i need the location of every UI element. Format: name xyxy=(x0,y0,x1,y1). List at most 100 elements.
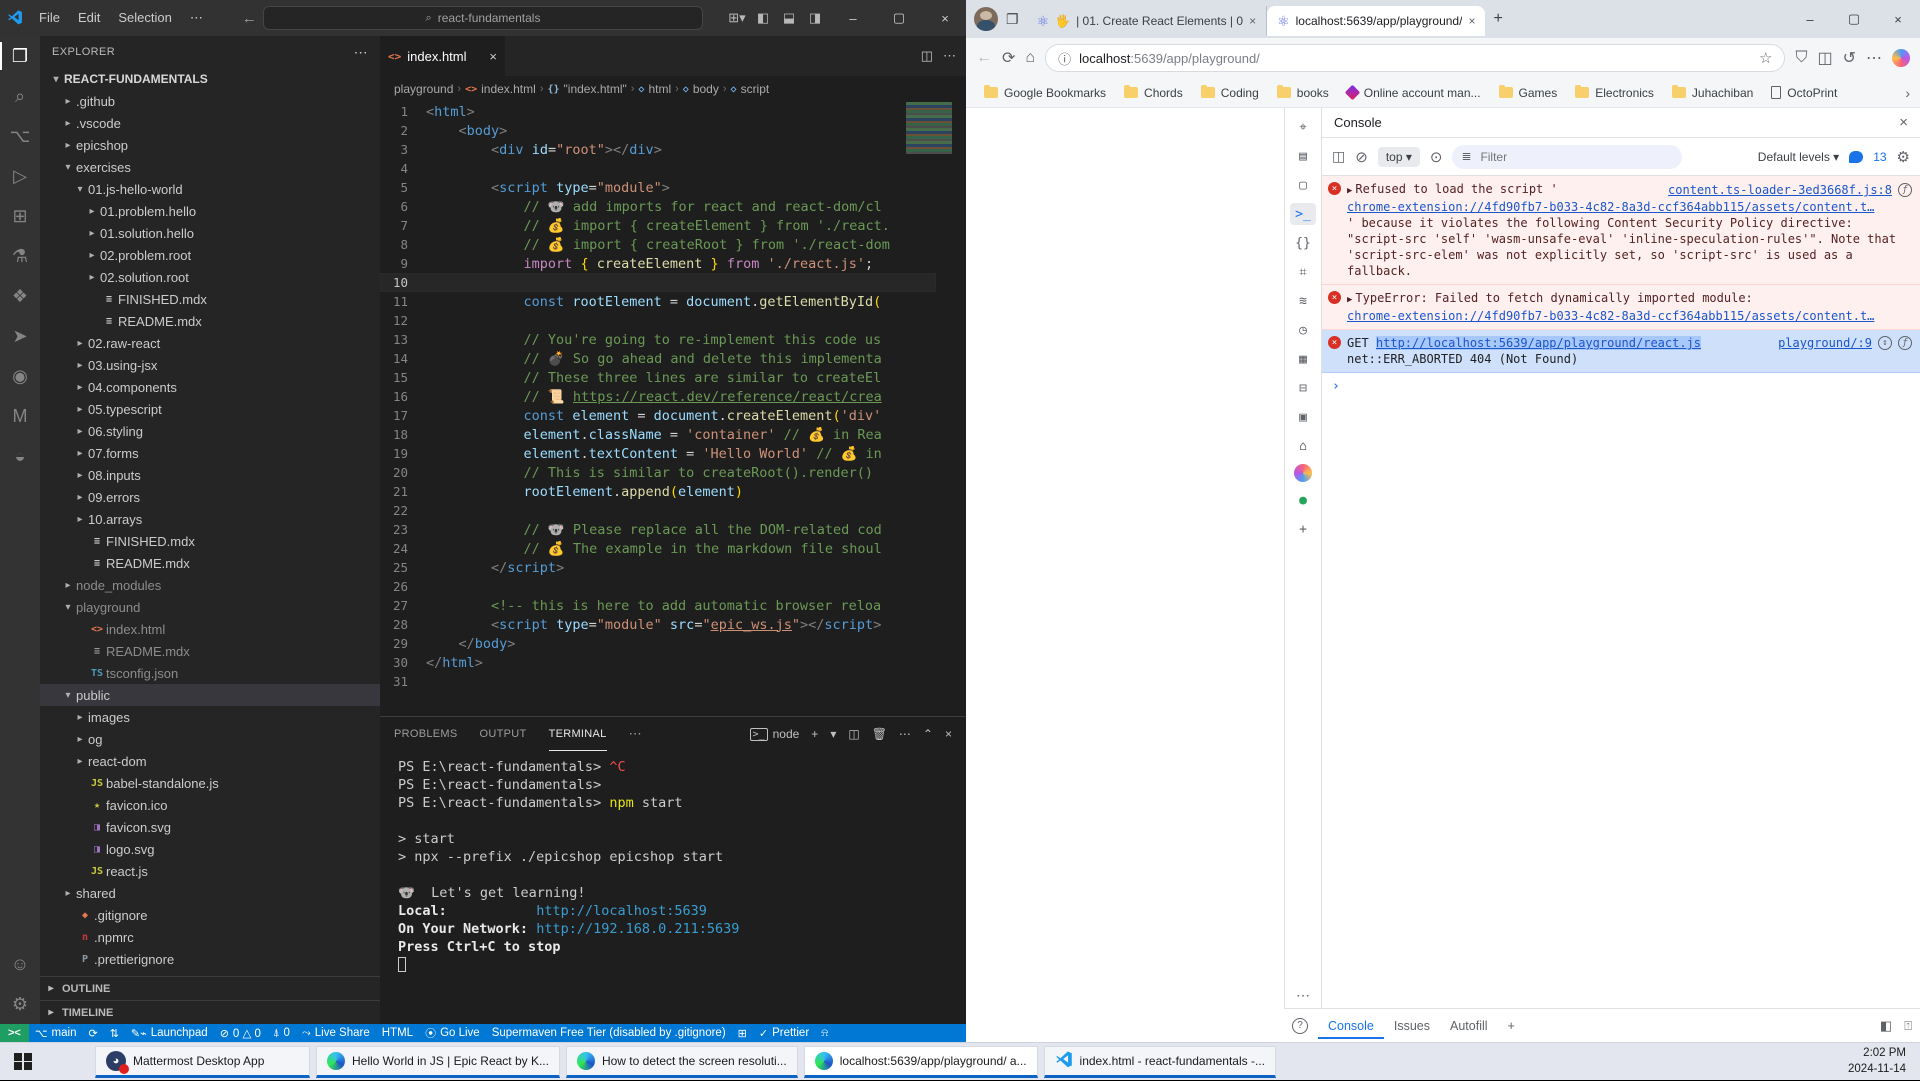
history-icon[interactable]: ↺ xyxy=(1843,48,1856,68)
panel-tab-output[interactable]: OUTPUT xyxy=(480,717,527,751)
request-url-link[interactable]: http://localhost:5639/app/playground/rea… xyxy=(1376,336,1701,350)
taskbar-edge-localhost[interactable]: localhost:5639/app/playground/ a... xyxy=(804,1046,1038,1078)
feedback-icon[interactable]: ⍐ xyxy=(1904,1018,1912,1034)
code-line-9[interactable]: 9 import { createElement } from './react… xyxy=(380,254,936,273)
close-button[interactable]: × xyxy=(924,0,966,36)
breadcrumb-item-playground[interactable]: playground xyxy=(394,82,453,96)
stack-frames-icon[interactable]: ƒ xyxy=(1898,183,1912,197)
code-line-18[interactable]: 18 element.className = 'container' // 💰 … xyxy=(380,425,936,444)
panel-tab-problems[interactable]: PROBLEMS xyxy=(394,717,458,751)
console-error-get[interactable]: ×GET http://localhost:5639/app/playgroun… xyxy=(1322,330,1920,373)
code-line-16[interactable]: 16 // 📜 https://react.dev/reference/reac… xyxy=(380,387,936,406)
bookmark-online-account-man-[interactable]: Online account man... xyxy=(1339,83,1489,103)
code-line-23[interactable]: 23 // 🐨 Please replace all the DOM-relat… xyxy=(380,520,936,539)
code-line-17[interactable]: 17 const element = document.createElemen… xyxy=(380,406,936,425)
search-icon[interactable]: ⌕ xyxy=(0,76,40,116)
timeline-section[interactable]: ▸TIMELINE xyxy=(40,1000,380,1024)
devtools-rail-more-icon[interactable]: ⋯ xyxy=(1296,987,1310,1008)
new-tab-button[interactable]: + xyxy=(1493,10,1502,28)
account-icon[interactable]: ☺ xyxy=(0,944,40,984)
tree-item-readme-mdx[interactable]: ≡README.mdx xyxy=(40,640,380,662)
bookmark-octoprint[interactable]: OctoPrint xyxy=(1763,83,1845,103)
breadcrumb-item-script[interactable]: ◇script xyxy=(731,82,770,96)
bookmark-books[interactable]: books xyxy=(1269,83,1337,103)
toggle-panel-icon[interactable]: ⬓ xyxy=(776,5,802,31)
js-context-selector[interactable]: top ▾ xyxy=(1378,147,1420,167)
devtools-help-icon[interactable]: ? xyxy=(1292,1018,1308,1034)
browser-more-icon[interactable]: ⋯ xyxy=(1866,48,1882,68)
console-close-icon[interactable]: × xyxy=(1899,114,1908,131)
tree-item-og[interactable]: ▸og xyxy=(40,728,380,750)
toggle-sidebar-icon[interactable]: ◧ xyxy=(750,5,776,31)
add-panel-icon[interactable]: + xyxy=(1290,518,1316,540)
tree-item-02-problem-root[interactable]: ▸02.problem.root xyxy=(40,244,380,266)
testing-icon[interactable]: ⚗ xyxy=(0,236,40,276)
tree-item-readme-mdx[interactable]: ≡README.mdx xyxy=(40,552,380,574)
extension-m-icon[interactable]: M xyxy=(0,396,40,436)
code-line-10[interactable]: 10 xyxy=(380,273,936,292)
browser-refresh-icon[interactable]: ⟳ xyxy=(1002,48,1015,68)
prettier-item[interactable]: ✓Prettier xyxy=(753,1024,815,1042)
tree-item--github[interactable]: ▸.github xyxy=(40,90,380,112)
tree-item-finished-mdx[interactable]: ≡FINISHED.mdx xyxy=(40,530,380,552)
tree-item-01-js-hello-world[interactable]: ▾01.js-hello-world xyxy=(40,178,380,200)
tree-item-react-fundamentals[interactable]: ▾REACT-FUNDAMENTALS xyxy=(40,68,380,90)
code-line-11[interactable]: 11 const rootElement = document.getEleme… xyxy=(380,292,936,311)
extension-script-link[interactable]: chrome-extension://4fd90fb7-b033-4c82-8a… xyxy=(1347,309,1874,323)
customize-layout-icon[interactable]: ⊞▾ xyxy=(724,5,750,31)
clear-console-icon[interactable]: ⊘ xyxy=(1355,148,1368,166)
browser-close-button[interactable]: × xyxy=(1876,0,1920,38)
dock-side-icon[interactable]: ◧ xyxy=(1880,1018,1892,1034)
console-error-csp[interactable]: ×▶Refused to load the script 'content.ts… xyxy=(1322,176,1920,285)
tree-item-exercises[interactable]: ▾exercises xyxy=(40,156,380,178)
code-line-28[interactable]: 28 <script type="module" src="epic_ws.js… xyxy=(380,615,936,634)
minimize-button[interactable]: – xyxy=(832,0,874,36)
tree-item--npmrc[interactable]: n.npmrc xyxy=(40,926,380,948)
favorites-star-icon[interactable]: ☆ xyxy=(1759,49,1772,67)
explorer-icon[interactable]: ❐ xyxy=(0,36,40,76)
browser-maximize-button[interactable]: ▢ xyxy=(1832,0,1876,38)
grid-item[interactable]: ⊞ xyxy=(732,1024,753,1042)
bookmark-games[interactable]: Games xyxy=(1491,83,1566,103)
panel-tab-terminal[interactable]: TERMINAL xyxy=(549,717,607,751)
tree-item-08-inputs[interactable]: ▸08.inputs xyxy=(40,464,380,486)
expand-triangle-icon[interactable]: ▶ xyxy=(1347,186,1352,196)
code-line-5[interactable]: 5 <script type="module"> xyxy=(380,178,936,197)
sync-icon[interactable]: ⟳ xyxy=(82,1024,103,1042)
split-terminal-icon[interactable]: ◫ xyxy=(848,727,859,741)
extensions-icon[interactable]: ⊞ xyxy=(0,196,40,236)
tree-item-babel-standalone-js[interactable]: JSbabel-standalone.js xyxy=(40,772,380,794)
browser-tab-localhost[interactable]: ⚛localhost:5639/app/playground/× xyxy=(1267,6,1485,36)
tree-item-react-js[interactable]: JSreact.js xyxy=(40,860,380,882)
back-arrow-icon[interactable]: ← xyxy=(242,10,257,27)
source-control-icon[interactable]: ⌥ xyxy=(0,116,40,156)
live-share-item[interactable]: ⤳Live Share xyxy=(296,1024,376,1042)
console-filter-input[interactable] xyxy=(1452,145,1682,169)
explorer-more-icon[interactable]: ⋯ xyxy=(354,44,368,61)
start-button[interactable] xyxy=(0,1043,46,1081)
console-prompt[interactable]: › xyxy=(1322,373,1920,401)
application-icon[interactable]: ⊟ xyxy=(1290,377,1316,399)
code-line-22[interactable]: 22 xyxy=(380,501,936,520)
bookmark-coding[interactable]: Coding xyxy=(1193,83,1267,103)
minimap[interactable] xyxy=(906,102,952,432)
bookmark-electronics[interactable]: Electronics xyxy=(1567,83,1662,103)
accounts-view-icon[interactable]: ◉ xyxy=(0,356,40,396)
language-item[interactable]: HTML xyxy=(376,1024,419,1042)
tree-item-shared[interactable]: ▸shared xyxy=(40,882,380,904)
code-line-31[interactable]: 31 xyxy=(380,672,936,691)
taskbar-edge-hello-world[interactable]: Hello World in JS | Epic React by K... xyxy=(316,1046,560,1078)
code-line-7[interactable]: 7 // 💰 import { createElement } from './… xyxy=(380,216,936,235)
tree-item-react-dom[interactable]: ▸react-dom xyxy=(40,750,380,772)
code-line-27[interactable]: 27 <!-- this is here to add automatic br… xyxy=(380,596,936,615)
code-line-30[interactable]: 30</html> xyxy=(380,653,936,672)
tab-close-icon[interactable]: × xyxy=(489,49,497,64)
tree-item-01-solution-hello[interactable]: ▸01.solution.hello xyxy=(40,222,380,244)
editor-scrollbar[interactable] xyxy=(952,102,966,716)
bookmark-juhachiban[interactable]: Juhachiban xyxy=(1664,83,1761,103)
console-settings-gear-icon[interactable]: ⚙ xyxy=(1897,148,1910,166)
memory-icon[interactable]: ▦ xyxy=(1290,348,1316,370)
extension-colorful-icon[interactable] xyxy=(1294,464,1312,482)
menu-file[interactable]: File xyxy=(30,10,69,26)
code-line-24[interactable]: 24 // 💰 The example in the markdown file… xyxy=(380,539,936,558)
